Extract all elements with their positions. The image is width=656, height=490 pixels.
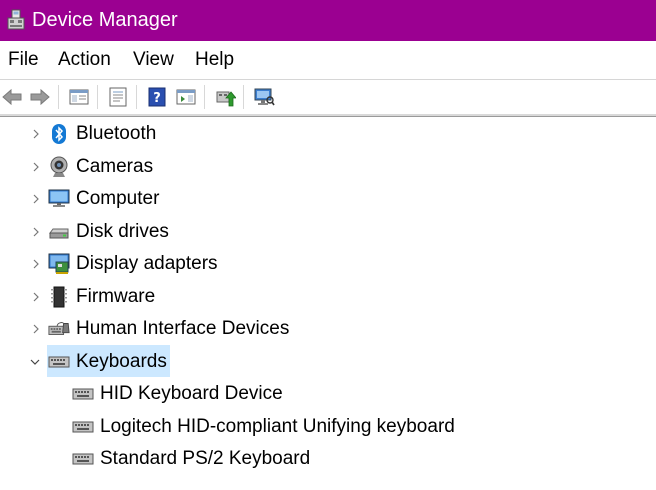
tree-node-label: Cameras <box>76 156 154 177</box>
chevron-right-icon[interactable] <box>30 226 42 238</box>
svg-text:?: ? <box>153 91 161 106</box>
toolbar-separator <box>58 85 59 109</box>
menu-action[interactable]: Action <box>58 49 111 71</box>
chevron-right-icon[interactable] <box>30 161 42 173</box>
hid-icon <box>48 318 70 340</box>
keyboard-icon <box>48 351 70 373</box>
tree-node-label: Standard PS/2 Keyboard <box>100 448 311 469</box>
keyboard-icon <box>72 383 94 405</box>
properties-icon[interactable] <box>106 85 130 109</box>
menu-bar: File Action View Help <box>0 41 656 79</box>
tree-node-label: Disk drives <box>76 221 169 242</box>
toolbar-separator <box>204 85 205 109</box>
update-driver-icon[interactable] <box>213 85 237 109</box>
tree-node-label: Computer <box>76 188 160 209</box>
menu-view[interactable]: View <box>133 49 174 71</box>
forward-arrow-icon[interactable] <box>28 85 52 109</box>
toolbar: ? <box>0 79 656 113</box>
chevron-right-icon[interactable] <box>30 128 42 140</box>
display-adapter-icon <box>48 253 70 275</box>
chevron-right-icon[interactable] <box>30 291 42 303</box>
menu-file[interactable]: File <box>8 49 39 71</box>
tree-node-label: Display adapters <box>76 253 218 274</box>
tree-node-label: Firmware <box>76 286 156 307</box>
chevron-right-icon[interactable] <box>30 258 42 270</box>
action-pane-icon[interactable] <box>174 85 198 109</box>
scan-hardware-changes-icon[interactable] <box>252 85 276 109</box>
computer-icon <box>48 188 70 210</box>
bluetooth-icon <box>48 123 70 145</box>
chevron-down-icon[interactable] <box>29 356 41 368</box>
chevron-right-icon[interactable] <box>30 323 42 335</box>
tree-node-label: Human Interface Devices <box>76 318 290 339</box>
menu-help[interactable]: Help <box>195 49 234 71</box>
keyboard-icon <box>72 448 94 470</box>
window-title: Device Manager <box>32 9 178 31</box>
title-bar: Device Manager <box>0 0 656 41</box>
toolbar-separator <box>243 85 244 109</box>
tree-node-label: Bluetooth <box>76 123 157 144</box>
device-tree: Bluetooth Cameras Computer Disk drives D… <box>0 117 656 490</box>
tree-node-label: HID Keyboard Device <box>100 383 283 404</box>
help-icon[interactable]: ? <box>145 85 169 109</box>
tree-node-label: Logitech HID-compliant Unifying keyboard <box>100 416 455 437</box>
firmware-icon <box>48 286 70 308</box>
camera-icon <box>48 156 70 178</box>
toolbar-separator <box>136 85 137 109</box>
device-manager-app-icon <box>6 9 26 31</box>
chevron-right-icon[interactable] <box>30 193 42 205</box>
toolbar-separator <box>97 85 98 109</box>
keyboard-icon <box>72 416 94 438</box>
tree-node-label: Keyboards <box>76 351 167 372</box>
show-hide-console-tree-icon[interactable] <box>67 85 91 109</box>
disk-drive-icon <box>48 221 70 243</box>
back-arrow-icon[interactable] <box>0 85 24 109</box>
